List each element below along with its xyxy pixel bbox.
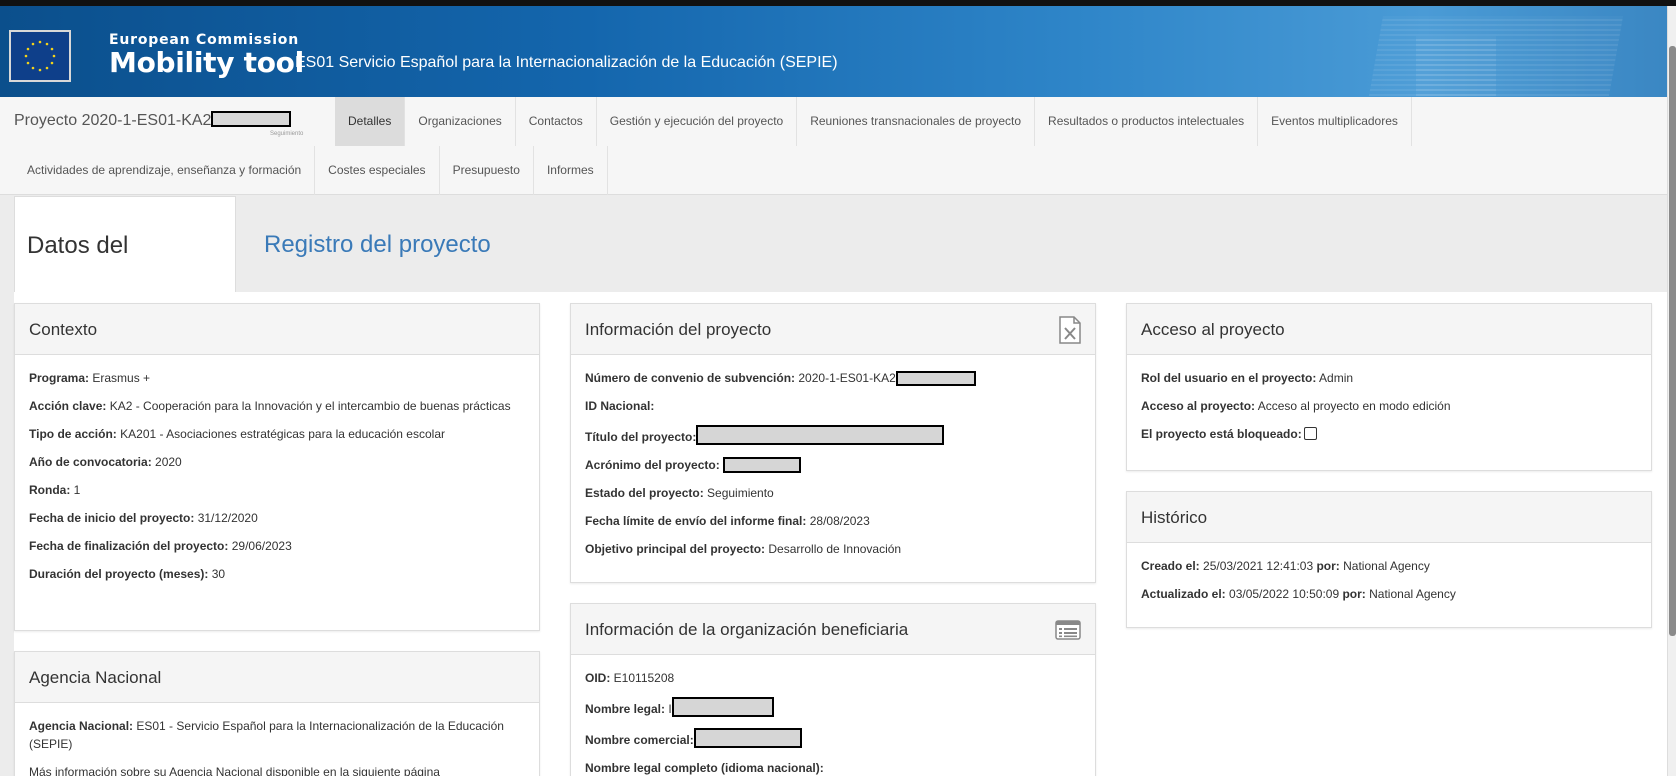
tab-eventos[interactable]: Eventos multiplicadores (1258, 97, 1412, 146)
panel-title: Contexto (29, 320, 98, 339)
tab-organizaciones[interactable]: Organizaciones (405, 97, 516, 146)
redacted-box (693, 728, 802, 748)
page-scrollbar[interactable] (1667, 6, 1676, 776)
sub-tabs: Datos del proyecto Registro del proyecto (14, 196, 1667, 356)
field-limite: Fecha límite de envío del informe final:… (585, 514, 870, 528)
redacted-box (696, 425, 945, 445)
project-nav: Proyecto 2020-1-ES01-KA2 Seguimiento Det… (0, 97, 1667, 195)
redacted-box (211, 111, 292, 127)
subtab-datos[interactable]: Datos del proyecto (14, 196, 236, 356)
field-id-nacional: ID Nacional: (585, 399, 655, 413)
tab-presupuesto[interactable]: Presupuesto (440, 146, 534, 195)
field-bloqueado: El proyecto está bloqueado: (1141, 425, 1637, 443)
field-nombre-completo: Nombre legal completo (idioma nacional): (585, 761, 824, 775)
tab-reuniones[interactable]: Reuniones transnacionales de proyecto (797, 97, 1036, 146)
field-nombre-comercial: Nombre comercial: (585, 728, 1081, 749)
tab-detalles[interactable]: Detalles (335, 97, 406, 146)
brand-app: Mobility tool (109, 46, 304, 79)
field-tipo: Tipo de acción: KA201 - Asociaciones est… (29, 427, 445, 441)
project-id-text: Proyecto 2020-1-ES01-KA2 (14, 112, 212, 129)
agency-title: ES01 Servicio Español para la Internacio… (295, 54, 838, 71)
field-creado: Creado el: 25/03/2021 12:41:03 por: Nati… (1141, 559, 1430, 573)
panel-agencia: Agencia Nacional Agencia Nacional: ES01 … (14, 651, 540, 776)
field-estado: Estado del proyecto: Seguimiento (585, 486, 774, 500)
field-nombre-legal: Nombre legal: I (585, 697, 1081, 718)
tab-actividades[interactable]: Actividades de aprendizaje, enseñanza y … (14, 146, 316, 195)
panel-contexto: Contexto Programa: Erasmus + Acción clav… (14, 303, 540, 631)
brand[interactable]: European Commission Mobility tool (109, 32, 304, 79)
panel-historico: Histórico Creado el: 25/03/2021 12:41:03… (1126, 491, 1652, 628)
subtab-registro[interactable]: Registro del proyecto (252, 196, 503, 293)
building-decoration-small (1416, 36, 1496, 96)
field-actualizado: Actualizado el: 03/05/2022 10:50:09 por:… (1141, 587, 1456, 601)
field-agencia: Agencia Nacional: ES01 - Servicio Españo… (29, 719, 504, 751)
field-anio: Año de convocatoria: 2020 (29, 455, 182, 469)
field-inicio: Fecha de inicio del proyecto: 31/12/2020 (29, 511, 258, 525)
project-id: Proyecto 2020-1-ES01-KA2 (14, 111, 292, 130)
field-ronda: Ronda: 1 (29, 483, 81, 497)
nav-row-1: Detalles Organizaciones Contactos Gestió… (335, 97, 1412, 146)
tab-contactos[interactable]: Contactos (516, 97, 597, 146)
scrollbar-thumb[interactable] (1669, 46, 1676, 636)
redacted-box (895, 371, 976, 386)
field-acceso: Acceso al proyecto: Acceso al proyecto e… (1141, 399, 1451, 413)
field-programa: Programa: Erasmus + (29, 371, 151, 385)
eu-flag-icon (9, 30, 71, 82)
redacted-box (671, 697, 774, 717)
nav-row-2: Actividades de aprendizaje, enseñanza y … (14, 146, 608, 195)
field-convenio: Número de convenio de subvención: 2020-1… (585, 369, 1081, 387)
panel-title: Histórico (1141, 508, 1208, 527)
field-titulo: Título del proyecto: (585, 425, 1081, 446)
panel-acceso: Acceso al proyecto Rol del usuario en el… (1126, 303, 1652, 471)
project-status-small: Seguimiento (270, 131, 304, 137)
panel-title: Acceso al proyecto (1141, 320, 1285, 339)
panel-informacion: Información del proyecto Número de conve… (570, 303, 1096, 583)
tab-resultados[interactable]: Resultados o productos intelectuales (1035, 97, 1259, 146)
panel-title: Información de la organización beneficia… (585, 620, 909, 639)
panel-organizacion: Información de la organización beneficia… (570, 603, 1096, 776)
building-decoration (1368, 16, 1624, 96)
tab-gestion[interactable]: Gestión y ejecución del proyecto (597, 97, 798, 146)
field-duracion: Duración del proyecto (meses): 30 (29, 567, 226, 581)
excel-icon[interactable] (1059, 316, 1081, 344)
panel-title: Agencia Nacional (29, 668, 162, 687)
header-banner: European Commission Mobility tool ES01 S… (0, 0, 1676, 97)
tab-costes[interactable]: Costes especiales (315, 146, 440, 195)
field-fin: Fecha de finalización del proyecto: 29/0… (29, 539, 292, 553)
field-rol: Rol del usuario en el proyecto: Admin (1141, 371, 1354, 385)
agencia-more-link[interactable]: Más información sobre su Agencia Naciona… (29, 763, 525, 776)
field-objetivo: Objetivo principal del proyecto: Desarro… (585, 542, 902, 556)
list-view-icon[interactable] (1055, 620, 1081, 640)
redacted-box (723, 457, 802, 473)
panel-title: Información del proyecto (585, 320, 772, 339)
tab-informes[interactable]: Informes (534, 146, 608, 195)
bloqueado-checkbox[interactable] (1303, 427, 1317, 440)
field-accion: Acción clave: KA2 - Cooperación para la … (29, 399, 511, 413)
field-acronimo: Acrónimo del proyecto: (585, 456, 1081, 474)
field-oid: OID: E10115208 (585, 671, 675, 685)
